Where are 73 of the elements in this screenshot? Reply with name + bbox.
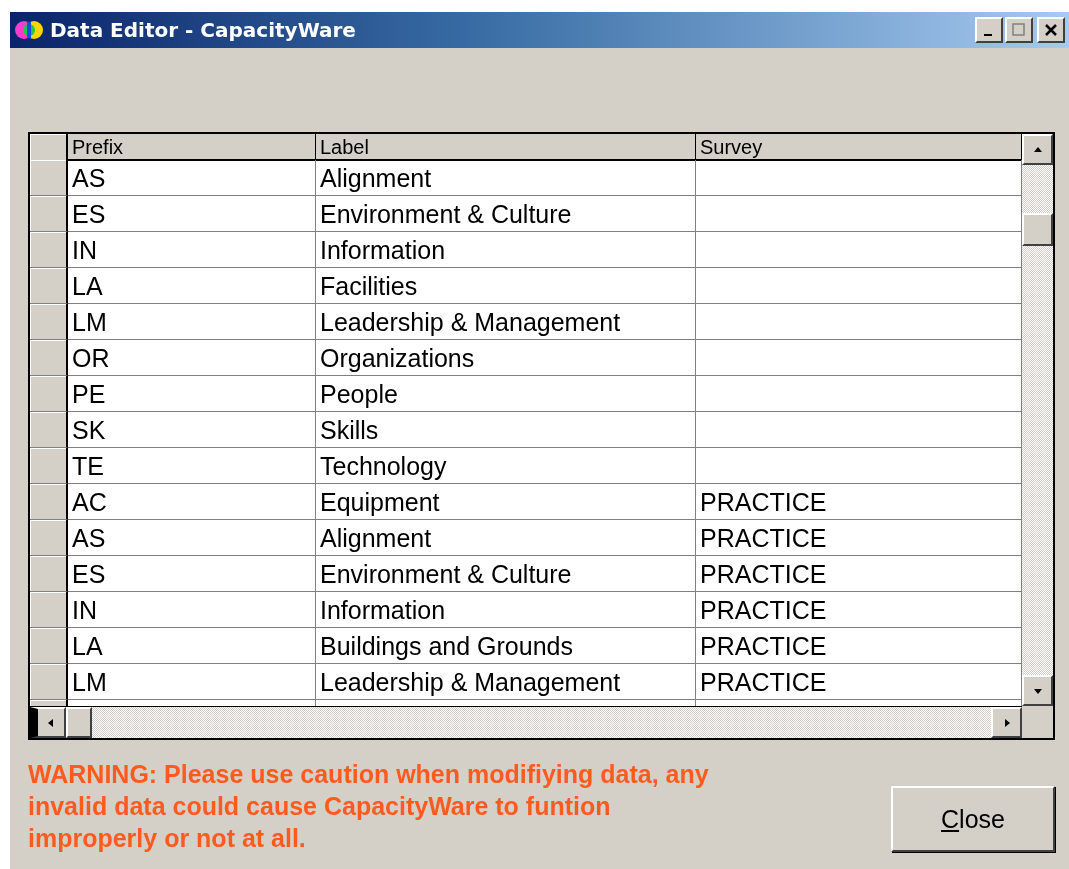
- close-dialog-button[interactable]: Close: [891, 786, 1055, 852]
- row-header[interactable]: [30, 628, 68, 664]
- table-cell: Organizations: [316, 340, 696, 376]
- row-header[interactable]: [30, 484, 68, 520]
- column-header[interactable]: Prefix: [68, 134, 316, 161]
- horizontal-scrollbar[interactable]: [30, 706, 1022, 738]
- table-cell: LA: [68, 268, 316, 304]
- table-cell: Environment & Culture: [316, 556, 696, 592]
- table-cell: Information: [316, 592, 696, 628]
- close-icon: [1044, 23, 1058, 37]
- table-cell: Technology: [316, 448, 696, 484]
- scroll-left-button[interactable]: [30, 707, 66, 738]
- minimize-button[interactable]: [975, 17, 1003, 43]
- table-cell: Alignment: [316, 520, 696, 556]
- row-header[interactable]: [30, 664, 68, 700]
- table-cell: PE: [68, 376, 316, 412]
- close-button[interactable]: [1037, 17, 1065, 43]
- table-cell: IN: [68, 592, 316, 628]
- table-cell: PRACTICE: [696, 484, 1022, 520]
- table-cell: SK: [68, 412, 316, 448]
- scroll-thumb[interactable]: [1022, 213, 1053, 246]
- table-cell: ES: [68, 196, 316, 232]
- table-cell: PRACTICE: [696, 664, 1022, 700]
- table-cell: Skills: [316, 412, 696, 448]
- table-cell: PRACTICE: [696, 592, 1022, 628]
- scroll-thumb[interactable]: [66, 707, 92, 738]
- maximize-icon: [1012, 23, 1026, 37]
- row-header[interactable]: [30, 268, 68, 304]
- table-cell: AS: [68, 160, 316, 196]
- table-cell: OR: [68, 340, 316, 376]
- row-header[interactable]: [30, 448, 68, 484]
- row-header[interactable]: [30, 340, 68, 376]
- row-header[interactable]: [30, 556, 68, 592]
- table-cell: IN: [68, 232, 316, 268]
- minimize-icon: [983, 34, 992, 36]
- scroll-down-button[interactable]: [1022, 675, 1053, 706]
- scrollbar-corner: [1022, 706, 1053, 738]
- table-cell: Facilities: [316, 268, 696, 304]
- table-cell: Equipment: [316, 484, 696, 520]
- row-header[interactable]: [30, 376, 68, 412]
- table-cell: Environment & Culture: [316, 196, 696, 232]
- scroll-up-button[interactable]: [1022, 134, 1053, 165]
- scroll-right-button[interactable]: [991, 707, 1022, 738]
- table-cell: Alignment: [316, 160, 696, 196]
- table-cell: PRACTICE: [696, 628, 1022, 664]
- column-header[interactable]: Survey: [696, 134, 1022, 161]
- table-cell: People: [316, 376, 696, 412]
- app-logo-icon: [14, 19, 44, 41]
- maximize-button[interactable]: [1005, 17, 1033, 43]
- table-cell: Information: [316, 232, 696, 268]
- table-cell: TE: [68, 448, 316, 484]
- table-cell: LA: [68, 628, 316, 664]
- table-cell: AC: [68, 484, 316, 520]
- row-header[interactable]: [30, 196, 68, 232]
- row-header[interactable]: [30, 592, 68, 628]
- column-header[interactable]: Label: [316, 134, 696, 161]
- table-cell: LM: [68, 304, 316, 340]
- table-cell: ES: [68, 556, 316, 592]
- table-cell: PRACTICE: [696, 520, 1022, 556]
- table-cell: PRACTICE: [696, 556, 1022, 592]
- table-cell: Buildings and Grounds: [316, 628, 696, 664]
- table-cell: AS: [68, 520, 316, 556]
- table-cell: LM: [68, 664, 316, 700]
- row-header[interactable]: [30, 304, 68, 340]
- window-title: Data Editor - CapacityWare: [50, 18, 357, 42]
- row-header[interactable]: [30, 160, 68, 196]
- table-cell: Leadership & Management: [316, 664, 696, 700]
- row-header[interactable]: [30, 520, 68, 556]
- warning-text: WARNING: Please use caution when modifiying data, any invalid data could cause CapacityWare to funtion improperly or not at all.: [28, 759, 710, 854]
- row-header[interactable]: [30, 232, 68, 268]
- table-cell: Leadership & Management: [316, 304, 696, 340]
- vertical-scrollbar[interactable]: [1022, 134, 1053, 706]
- row-header[interactable]: [30, 412, 68, 448]
